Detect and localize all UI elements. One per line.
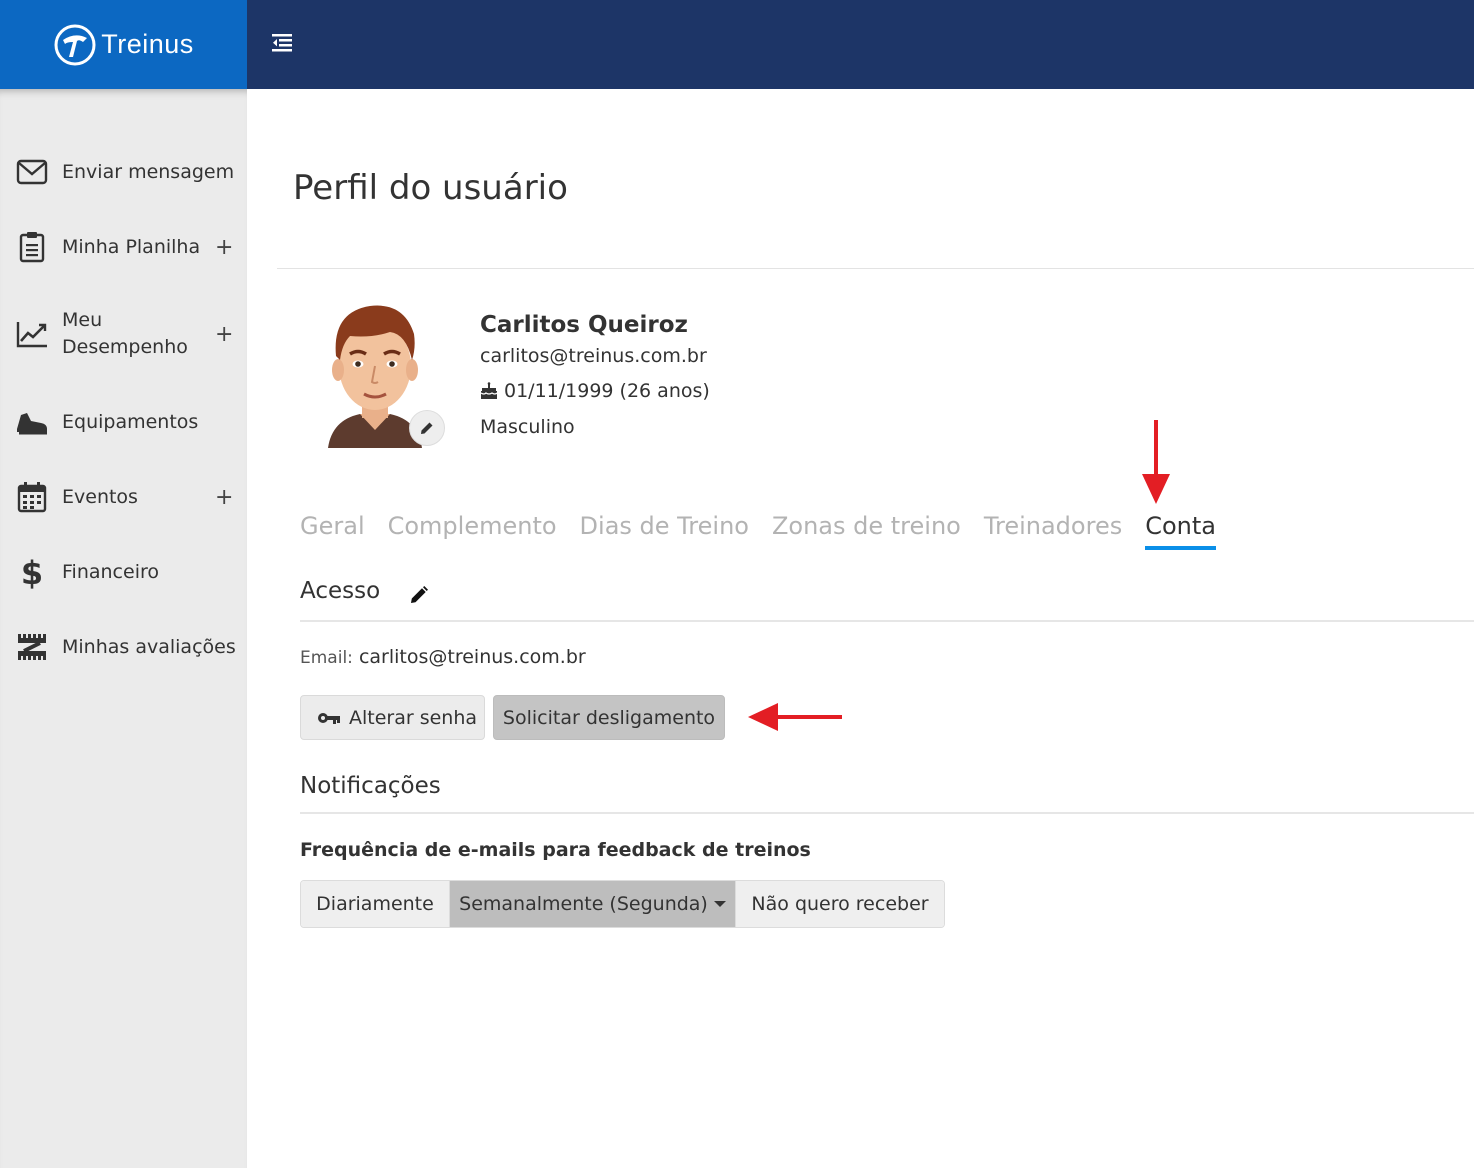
sidebar-item-financeiro[interactable]: $ Financeiro [0,542,247,602]
divider [300,812,1474,814]
svg-text:$: $ [21,555,43,589]
frequency-option-daily[interactable]: Diariamente [301,881,450,927]
logo-text: Treinus [101,29,194,59]
sidebar-item-label: Minhas avaliações [62,635,236,658]
tab-complemento[interactable]: Complemento [388,512,557,550]
sidebar: Enviar mensagem Minha Planilha + Meu Des… [0,89,247,1168]
edit-access-icon[interactable] [409,585,429,609]
user-name: Carlitos Queiroz [480,312,688,338]
section-title-acesso: Acesso [300,578,381,604]
birthday-cake-icon [480,382,498,399]
envelope-icon [15,155,49,189]
caret-down-icon [713,901,726,907]
account-email-row: Email: carlitos@treinus.com.br [300,646,586,668]
frequency-option-none[interactable]: Não quero receber [736,881,944,927]
annotation-arrow-left-icon [746,700,844,738]
sidebar-item-label: Equipamentos [62,410,199,433]
top-navbar: Treinus [0,0,1474,89]
divider [277,268,1474,269]
annotation-arrow-down-icon [1140,420,1172,510]
section-title-notificacoes: Notificações [300,773,441,799]
request-shutdown-button[interactable]: Solicitar desligamento [493,695,725,740]
logo[interactable]: Treinus [0,0,247,89]
sidebar-item-eventos[interactable]: Eventos + [0,467,247,527]
treinus-logo-icon [54,24,96,65]
tape-measure-icon [15,630,49,664]
expand-plus-icon[interactable]: + [215,485,233,510]
sidebar-item-label: Enviar mensagem [62,160,235,183]
sidebar-item-label: Minha Planilha [62,235,201,258]
frequency-option-weekly-dropdown[interactable]: Semanalmente (Segunda) [450,881,736,927]
sidebar-item-minha-planilha[interactable]: Minha Planilha + [0,217,247,277]
user-gender: Masculino [480,416,575,438]
sidebar-item-label: Meu Desempenho [62,309,188,358]
sidebar-item-minhas-avaliacoes[interactable]: Minhas avaliações [0,617,247,677]
clipboard-icon [15,230,49,264]
page-title: Perfil do usuário [293,168,568,208]
tab-zonas-de-treino[interactable]: Zonas de treino [772,512,961,550]
tab-conta[interactable]: Conta [1145,512,1216,550]
dollar-icon: $ [15,555,49,589]
change-password-button[interactable]: Alterar senha [300,695,485,740]
user-email: carlitos@treinus.com.br [480,345,707,367]
chart-line-icon [15,317,49,351]
tab-treinadores[interactable]: Treinadores [984,512,1122,550]
tab-dias-de-treino[interactable]: Dias de Treino [580,512,749,550]
user-birthday: 01/11/1999 (26 anos) [480,380,710,402]
email-label: Email: [300,648,353,668]
pencil-icon [421,422,433,434]
sidebar-item-equipamentos[interactable]: Equipamentos [0,392,247,452]
expand-plus-icon[interactable]: + [215,322,233,347]
frequency-label: Frequência de e-mails para feedback de t… [300,839,811,861]
sidebar-item-label: Eventos [62,485,138,508]
profile-tabs: Geral Complemento Dias de Treino Zonas d… [300,512,1239,550]
shoe-icon [15,405,49,439]
sidebar-item-enviar-mensagem[interactable]: Enviar mensagem [0,142,247,202]
sidebar-item-label: Financeiro [62,560,159,583]
key-icon [318,712,340,724]
menu-collapse-icon[interactable] [270,30,296,56]
email-value: carlitos@treinus.com.br [358,646,586,668]
frequency-button-group: Diariamente Semanalmente (Segunda) Não q… [300,880,945,928]
tab-geral[interactable]: Geral [300,512,365,550]
calendar-icon [15,480,49,514]
edit-avatar-button[interactable] [409,410,445,446]
divider [300,620,1474,622]
sidebar-item-meu-desempenho[interactable]: Meu Desempenho + [0,304,247,364]
expand-plus-icon[interactable]: + [215,235,233,260]
